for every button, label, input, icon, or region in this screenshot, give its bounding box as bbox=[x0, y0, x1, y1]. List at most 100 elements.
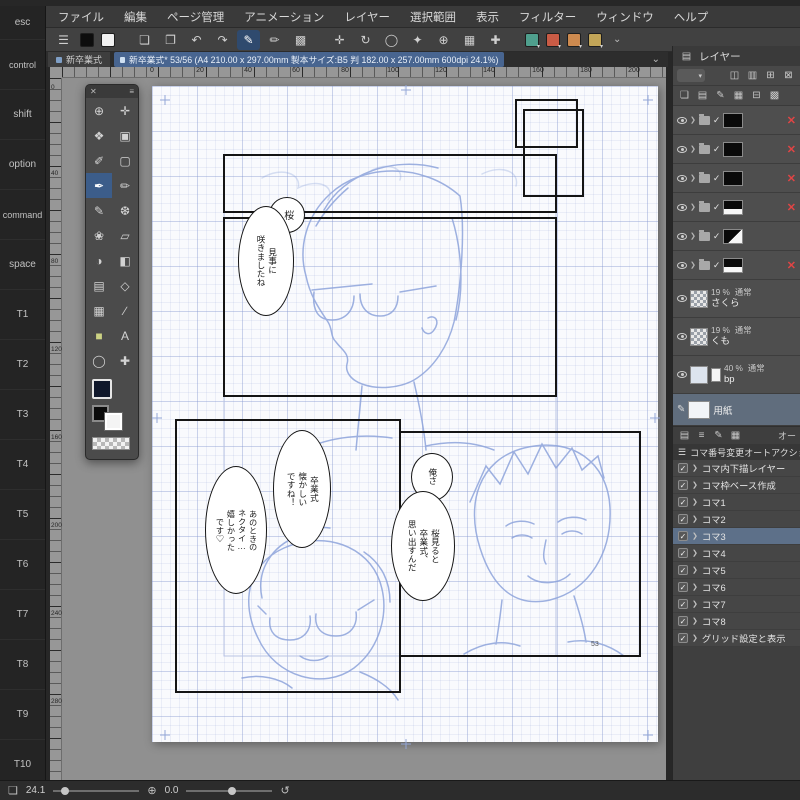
layer-row-folder-5[interactable]: ❯ ✓ bbox=[673, 222, 800, 251]
document-info-bar[interactable]: 新卒業式* 53/56 (A4 210.00 x 297.00mm 製本サイズ:… bbox=[114, 52, 505, 67]
edge-key-t4[interactable]: T4 bbox=[0, 440, 45, 490]
expand-icon[interactable]: ❯ bbox=[692, 617, 698, 625]
edge-key-t1[interactable]: T1 bbox=[0, 290, 45, 340]
bubble-migoto[interactable]: 見事に 咲きましたね bbox=[238, 206, 294, 316]
auto-action-menu-icon[interactable]: ☰ bbox=[678, 447, 686, 458]
blend-mode-combo[interactable]: ▾ bbox=[677, 69, 705, 82]
check-icon[interactable]: ✓ bbox=[713, 173, 721, 184]
pen-pressure-icon[interactable]: ✎ bbox=[237, 29, 260, 50]
figure-tool[interactable]: ◇ bbox=[112, 273, 138, 298]
visibility-icon[interactable] bbox=[677, 116, 687, 124]
visibility-icon[interactable] bbox=[677, 261, 687, 269]
tab-history-icon[interactable]: ≡ bbox=[694, 428, 709, 443]
canvas-viewport[interactable]: 53 桜 見事に 咲きましたね 卒業式 懐かしい ですね！ あのときの ネクタイ… bbox=[62, 78, 666, 780]
edge-key-control[interactable]: control bbox=[0, 40, 45, 90]
zoom-in-icon[interactable]: ⊕ bbox=[147, 784, 156, 797]
palette-menu-icon[interactable]: ≡ bbox=[129, 87, 134, 96]
auto-action-row[interactable]: ✓ ❯ コマ6 bbox=[673, 579, 800, 596]
edge-key-t8[interactable]: T8 bbox=[0, 640, 45, 690]
checkbox-icon[interactable]: ✓ bbox=[678, 548, 688, 558]
screen-tone-icon[interactable]: ▩ bbox=[289, 30, 312, 50]
checkbox-icon[interactable]: ✓ bbox=[678, 514, 688, 524]
tone-layer-icon[interactable]: ▩ bbox=[767, 88, 782, 103]
checkbox-icon[interactable]: ✓ bbox=[678, 582, 688, 592]
edge-key-shift[interactable]: shift bbox=[0, 90, 45, 140]
zoom-tool[interactable]: ⊕ bbox=[86, 98, 112, 123]
check-icon[interactable]: ✓ bbox=[713, 115, 721, 126]
zoom-slider[interactable] bbox=[53, 786, 140, 795]
auto-action-row[interactable]: ✓ ❯ コマ5 bbox=[673, 562, 800, 579]
undo-icon[interactable]: ↶ bbox=[185, 30, 208, 50]
auto-action-row[interactable]: ✓ ❯ コマ枠ベース作成 bbox=[673, 477, 800, 494]
expand-icon[interactable]: ❯ bbox=[692, 498, 698, 506]
selection-layer-tool[interactable]: ■ bbox=[86, 323, 112, 348]
expand-icon[interactable]: ❯ bbox=[690, 174, 696, 182]
ruler-tool[interactable]: ∕ bbox=[112, 298, 138, 323]
menu-selection[interactable]: 選択範囲 bbox=[410, 9, 456, 25]
decoration-tool[interactable]: ❀ bbox=[86, 223, 112, 248]
eyedropper-tool[interactable]: ✐ bbox=[86, 148, 112, 173]
auto-action-row[interactable]: ✓ ❯ コマ1 bbox=[673, 494, 800, 511]
checkbox-icon[interactable]: ✓ bbox=[678, 497, 688, 507]
fit-screen-icon[interactable]: ❏ bbox=[8, 784, 18, 797]
pen-tool[interactable]: ✒ bbox=[86, 173, 112, 198]
tab-document[interactable]: 新卒業式 bbox=[48, 52, 111, 67]
eraser-tool[interactable]: ▱ bbox=[112, 223, 138, 248]
brush-tool[interactable]: ✎ bbox=[86, 198, 112, 223]
tabbar-collapse-icon[interactable]: ⌄ bbox=[652, 54, 668, 65]
checkbox-icon[interactable]: ✓ bbox=[678, 599, 688, 609]
layer-row-kumo[interactable]: 19 % 通常 くも bbox=[673, 318, 800, 356]
rotation-slider-knob[interactable] bbox=[227, 786, 236, 795]
marker-icon[interactable]: ✏ bbox=[263, 30, 286, 50]
balloon-tool[interactable]: ◯ bbox=[86, 348, 112, 373]
visibility-icon[interactable] bbox=[677, 295, 687, 302]
checkbox-icon[interactable]: ✓ bbox=[678, 616, 688, 626]
grid-toggle-icon[interactable]: ▦ bbox=[458, 30, 481, 50]
visibility-icon[interactable] bbox=[677, 232, 687, 240]
sub-color-chip[interactable] bbox=[101, 32, 115, 47]
check-icon[interactable]: ✓ bbox=[713, 260, 721, 271]
tab-autoaction-label[interactable]: オー bbox=[778, 429, 796, 442]
visibility-icon[interactable] bbox=[677, 371, 687, 378]
edge-key-t7[interactable]: T7 bbox=[0, 590, 45, 640]
layer-row-sakura[interactable]: 19 % 通常 さくら bbox=[673, 280, 800, 318]
checkbox-icon[interactable]: ✓ bbox=[678, 480, 688, 490]
fill-tool[interactable]: ◧ bbox=[112, 248, 138, 273]
layer-lock-icon[interactable]: ⊠ bbox=[781, 68, 796, 83]
auto-action-row[interactable]: ✓ ❯ グリッド設定と表示 bbox=[673, 630, 800, 647]
hand-tool[interactable]: ❖ bbox=[86, 123, 112, 148]
menu-layer[interactable]: レイヤー bbox=[344, 9, 390, 25]
layer-row-folder-4[interactable]: ❯ ✓ ✕ bbox=[673, 193, 800, 222]
menu-filter[interactable]: フィルター bbox=[519, 9, 576, 25]
expand-icon[interactable]: ❯ bbox=[690, 116, 696, 124]
menu-animation[interactable]: アニメーション bbox=[244, 9, 324, 25]
edge-key-space[interactable]: space bbox=[0, 240, 45, 290]
zoom-view-icon[interactable]: ⊕ bbox=[432, 30, 455, 50]
airbrush-tool[interactable]: ❆ bbox=[112, 198, 138, 223]
expand-icon[interactable]: ❯ bbox=[692, 634, 698, 642]
auto-action-row-selected[interactable]: ✓ ❯ コマ3 bbox=[673, 528, 800, 545]
color-chip-khaki[interactable] bbox=[588, 32, 603, 50]
edge-key-command[interactable]: command bbox=[0, 190, 45, 240]
new-canvas-icon[interactable]: ❏ bbox=[133, 30, 156, 50]
layer-row-folder-3[interactable]: ❯ ✓ ✕ bbox=[673, 164, 800, 193]
edge-key-t9[interactable]: T9 bbox=[0, 690, 45, 740]
color-chip-red[interactable] bbox=[546, 32, 561, 50]
lasso-select-icon[interactable]: ◯ bbox=[380, 30, 403, 50]
blend-tool[interactable]: ◑ bbox=[86, 248, 112, 273]
auto-action-row[interactable]: ✓ ❯ コマ8 bbox=[673, 613, 800, 630]
current-color-swatch[interactable] bbox=[92, 379, 112, 399]
edge-key-esc[interactable]: esc bbox=[0, 6, 45, 40]
auto-action-row[interactable]: ✓ ❯ コマ2 bbox=[673, 511, 800, 528]
expand-icon[interactable]: ❯ bbox=[690, 145, 696, 153]
visibility-icon[interactable] bbox=[677, 333, 687, 340]
color-chip-teal[interactable] bbox=[525, 32, 540, 50]
expand-icon[interactable]: ❯ bbox=[692, 566, 698, 574]
expand-icon[interactable]: ❯ bbox=[692, 549, 698, 557]
layer-grid-icon[interactable]: ⊞ bbox=[763, 68, 778, 83]
expand-icon[interactable]: ❯ bbox=[690, 203, 696, 211]
edge-key-option[interactable]: option bbox=[0, 140, 45, 190]
pencil-tool[interactable]: ✏ bbox=[112, 173, 138, 198]
layer-row-paper[interactable]: ✎ 用紙 bbox=[673, 394, 800, 426]
zoom-slider-knob[interactable] bbox=[61, 786, 70, 795]
